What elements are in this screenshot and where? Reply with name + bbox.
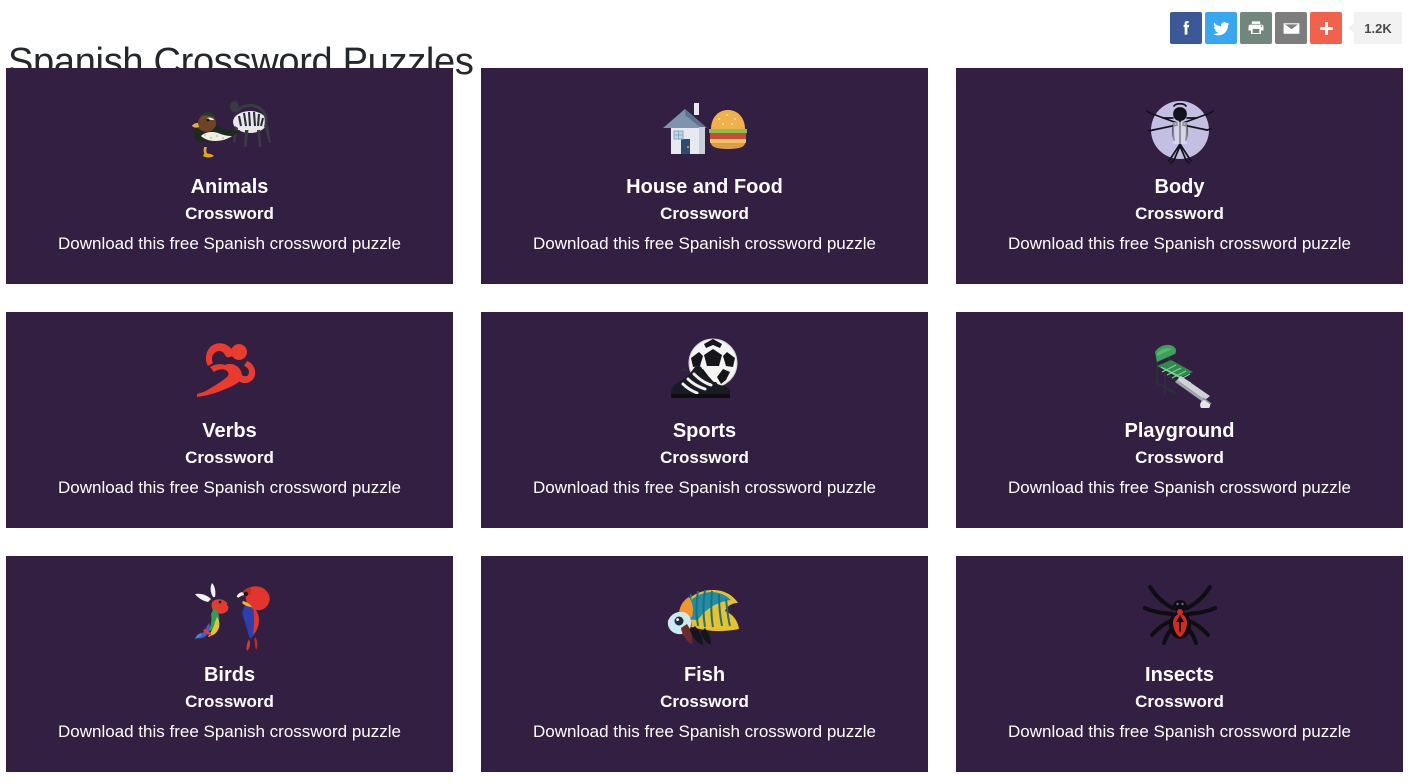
card-title: Sports <box>672 420 737 442</box>
card-subtitle: Crossword <box>660 448 749 467</box>
puzzle-card-sports[interactable]: Sports Crossword Download this free Span… <box>481 312 928 528</box>
page-header: Spanish Crossword Puzzles 1.2K <box>0 0 1417 83</box>
card-title: Verbs <box>202 420 257 442</box>
card-description: Download this free Spanish crossword puz… <box>1007 234 1351 253</box>
runner-icon <box>189 334 271 410</box>
card-subtitle: Crossword <box>660 692 749 711</box>
card-description: Download this free Spanish crossword puz… <box>57 478 401 497</box>
card-description: Download this free Spanish crossword puz… <box>57 234 401 253</box>
twitter-share-button[interactable] <box>1205 12 1237 44</box>
twitter-bird-icon <box>1212 21 1229 35</box>
page-root: Spanish Crossword Puzzles 1.2K Animals C… <box>0 0 1417 784</box>
card-subtitle: Crossword <box>660 204 749 223</box>
email-share-button[interactable] <box>1275 12 1307 44</box>
card-title: Birds <box>203 664 256 686</box>
puzzle-card-body[interactable]: Body Crossword Download this free Spanis… <box>956 68 1403 284</box>
card-title: Animals <box>190 176 269 198</box>
house-and-burger-icon <box>661 90 749 166</box>
card-description: Download this free Spanish crossword puz… <box>1007 722 1351 741</box>
plus-icon <box>1319 21 1333 35</box>
card-description: Download this free Spanish crossword puz… <box>57 722 401 741</box>
tropical-fish-icon <box>665 578 745 654</box>
card-title: Insects <box>1145 664 1214 686</box>
more-share-button[interactable] <box>1310 12 1342 44</box>
soccer-ball-and-cleats-icon <box>667 334 743 410</box>
card-title: House and Food <box>626 176 783 198</box>
card-subtitle: Crossword <box>185 448 274 467</box>
duck-and-zebra-icon <box>188 90 272 166</box>
puzzle-card-birds[interactable]: Birds Crossword Download this free Spani… <box>6 556 453 772</box>
hummingbird-and-parrot-icon <box>187 578 273 654</box>
card-title: Body <box>1154 176 1205 198</box>
card-description: Download this free Spanish crossword puz… <box>1007 478 1351 497</box>
puzzle-card-verbs[interactable]: Verbs Crossword Download this free Spani… <box>6 312 453 528</box>
card-description: Download this free Spanish crossword puz… <box>532 722 876 741</box>
puzzle-card-playground[interactable]: Playground Crossword Download this free … <box>956 312 1403 528</box>
card-subtitle: Crossword <box>1135 692 1224 711</box>
social-share-bar: 1.2K <box>1170 12 1402 44</box>
card-description: Download this free Spanish crossword puz… <box>532 478 876 497</box>
card-subtitle: Crossword <box>1135 204 1224 223</box>
card-title: Fish <box>683 664 726 686</box>
facebook-icon <box>1183 21 1190 35</box>
puzzle-card-animals[interactable]: Animals Crossword Download this free Spa… <box>6 68 453 284</box>
facebook-share-button[interactable] <box>1170 12 1202 44</box>
print-button[interactable] <box>1240 12 1272 44</box>
vitruvian-man-icon <box>1144 90 1216 166</box>
card-subtitle: Crossword <box>185 692 274 711</box>
card-subtitle: Crossword <box>1135 448 1224 467</box>
puzzle-card-house-and-food[interactable]: House and Food Crossword Download this f… <box>481 68 928 284</box>
card-description: Download this free Spanish crossword puz… <box>532 234 876 253</box>
spider-icon <box>1142 578 1218 654</box>
share-count-badge: 1.2K <box>1348 12 1402 44</box>
envelope-icon <box>1283 22 1299 34</box>
printer-icon <box>1248 21 1264 34</box>
card-subtitle: Crossword <box>185 204 274 223</box>
playground-slide-icon <box>1143 334 1217 410</box>
puzzle-card-grid: Animals Crossword Download this free Spa… <box>6 68 1403 772</box>
puzzle-card-insects[interactable]: Insects Crossword Download this free Spa… <box>956 556 1403 772</box>
card-title: Playground <box>1124 420 1235 442</box>
puzzle-card-fish[interactable]: Fish Crossword Download this free Spanis… <box>481 556 928 772</box>
